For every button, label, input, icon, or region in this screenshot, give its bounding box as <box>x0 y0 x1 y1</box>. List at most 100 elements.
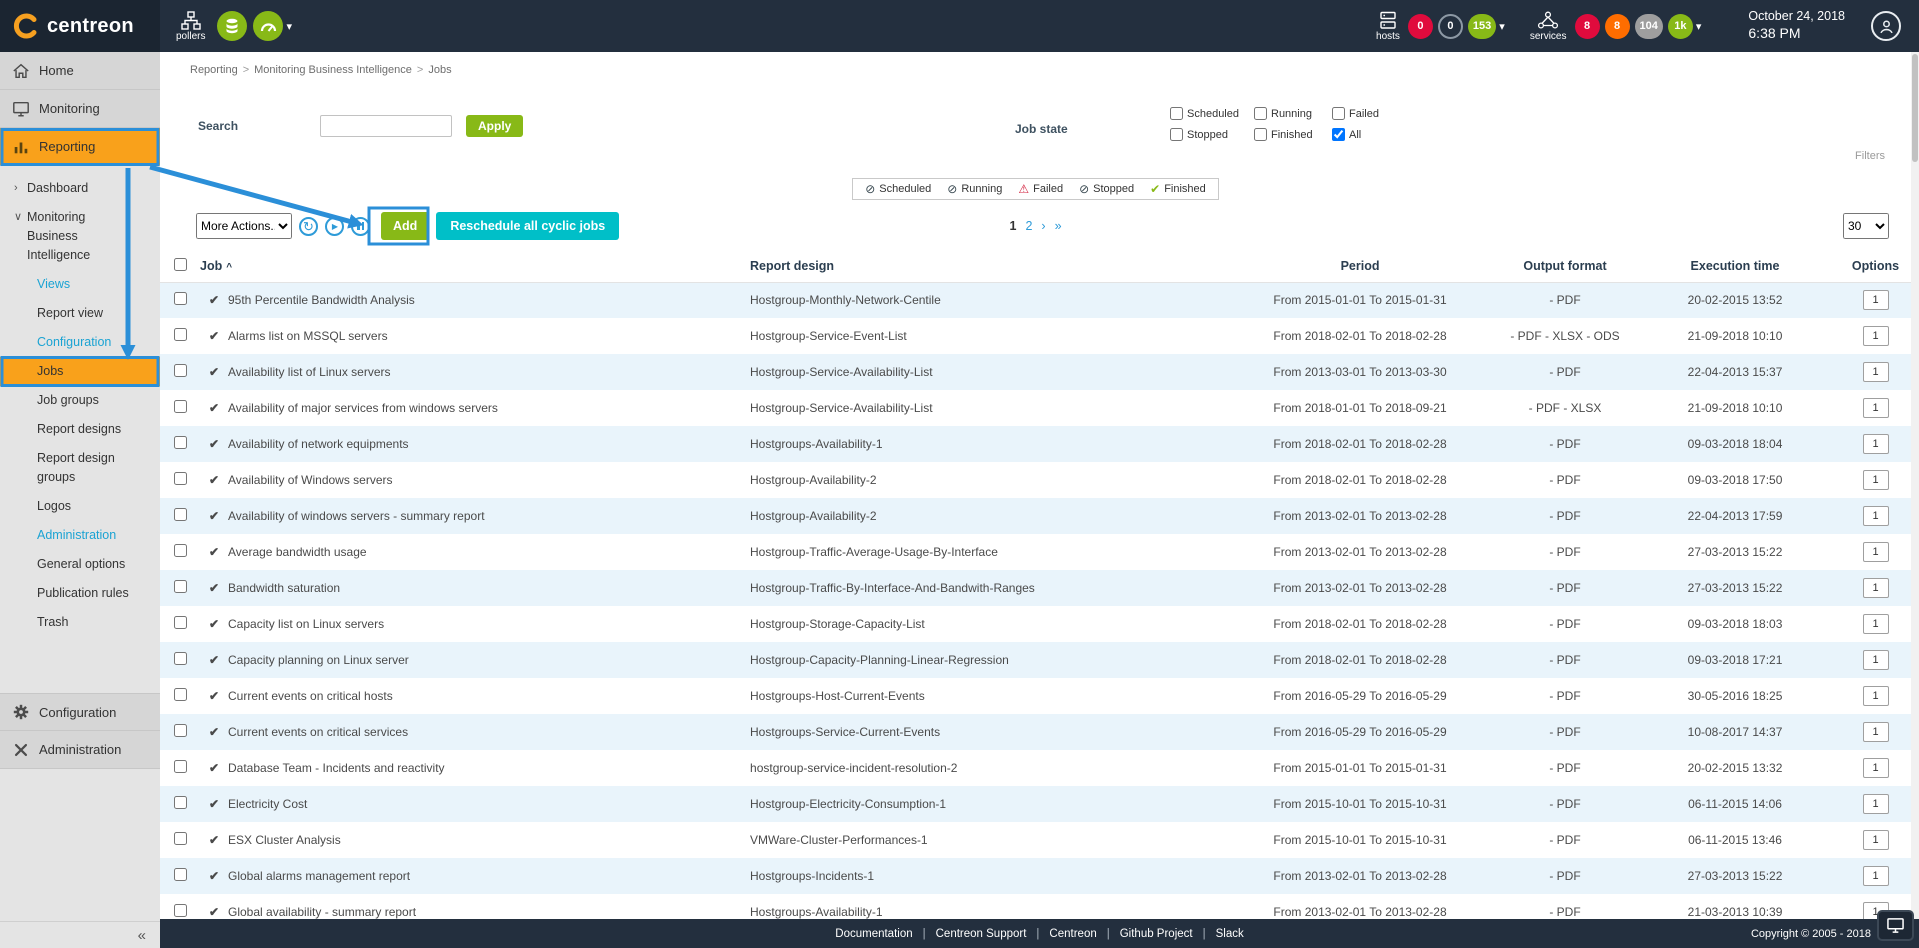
more-actions-select[interactable]: More Actions... <box>196 213 292 239</box>
column-header-period[interactable]: Period <box>1220 250 1500 282</box>
row-checkbox[interactable] <box>174 760 187 773</box>
duplicate-count-input[interactable]: 1 <box>1863 758 1889 778</box>
column-header-design[interactable]: Report design <box>750 250 1220 282</box>
refresh-icon[interactable]: ↻ <box>299 217 318 236</box>
status-badge[interactable]: 104 <box>1635 14 1663 39</box>
sidebar-subitem[interactable]: Report view <box>0 299 160 328</box>
apply-button[interactable]: Apply <box>466 115 523 137</box>
duplicate-count-input[interactable]: 1 <box>1863 470 1889 490</box>
status-badge[interactable]: 0 <box>1408 14 1433 39</box>
chevron-down-icon[interactable]: ▾ <box>283 20 295 33</box>
job-name[interactable]: Global alarms management report <box>228 858 750 894</box>
row-checkbox[interactable] <box>174 400 187 413</box>
sidebar-subitem[interactable]: Views <box>0 270 160 299</box>
sidebar-subitem[interactable]: Publication rules <box>0 579 160 608</box>
job-state-option[interactable]: Failed <box>1332 107 1402 120</box>
sidebar-subitem[interactable]: Jobs <box>0 357 160 386</box>
user-menu-button[interactable] <box>1871 11 1901 41</box>
vertical-scrollbar[interactable] <box>1911 52 1919 948</box>
job-name[interactable]: Availability of network equipments <box>228 426 750 462</box>
status-badge[interactable]: 0 <box>1438 14 1463 39</box>
row-checkbox[interactable] <box>174 328 187 341</box>
job-name[interactable]: ESX Cluster Analysis <box>228 822 750 858</box>
duplicate-count-input[interactable]: 1 <box>1863 398 1889 418</box>
duplicate-count-input[interactable]: 1 <box>1863 722 1889 742</box>
pollers-status[interactable]: pollers <box>176 11 205 42</box>
row-checkbox[interactable] <box>174 292 187 305</box>
database-status-button[interactable] <box>217 11 247 41</box>
gauge-status-button[interactable] <box>253 11 283 41</box>
duplicate-count-input[interactable]: 1 <box>1863 578 1889 598</box>
row-checkbox[interactable] <box>174 580 187 593</box>
job-state-checkbox[interactable] <box>1332 128 1345 141</box>
job-state-option[interactable]: Stopped <box>1170 128 1254 141</box>
job-name[interactable]: 95th Percentile Bandwidth Analysis <box>228 282 750 318</box>
pause-icon[interactable] <box>351 217 370 236</box>
job-name[interactable]: Bandwidth saturation <box>228 570 750 606</box>
row-checkbox[interactable] <box>174 616 187 629</box>
clap-screenshot-button[interactable] <box>1877 910 1914 941</box>
sidebar-subitem[interactable]: Report design groups <box>0 444 160 492</box>
footer-link[interactable]: Slack <box>1216 928 1244 940</box>
footer-link[interactable]: Documentation <box>835 928 912 940</box>
row-checkbox[interactable] <box>174 472 187 485</box>
job-name[interactable]: Availability of windows servers - summar… <box>228 498 750 534</box>
select-all-checkbox[interactable] <box>174 258 187 271</box>
breadcrumb-link[interactable]: Jobs <box>428 64 451 76</box>
duplicate-count-input[interactable]: 1 <box>1863 830 1889 850</box>
add-button[interactable]: Add <box>381 212 429 240</box>
duplicate-count-input[interactable]: 1 <box>1863 686 1889 706</box>
sidebar-subitem[interactable]: General options <box>0 550 160 579</box>
sidebar-subitem[interactable]: Administration <box>0 521 160 550</box>
sidebar-subitem[interactable]: ∨ Monitoring Business Intelligence <box>0 203 160 270</box>
job-state-checkbox[interactable] <box>1332 107 1345 120</box>
job-state-option[interactable]: Finished <box>1254 128 1332 141</box>
duplicate-count-input[interactable]: 1 <box>1863 650 1889 670</box>
job-name[interactable]: Alarms list on MSSQL servers <box>228 318 750 354</box>
sidebar-collapse-button[interactable]: « <box>0 921 160 948</box>
play-icon[interactable]: ▶ <box>325 217 344 236</box>
page-size-select[interactable]: 30 <box>1843 213 1889 239</box>
footer-link[interactable]: Centreon <box>1049 928 1096 940</box>
job-name[interactable]: Current events on critical services <box>228 714 750 750</box>
sidebar-subitem[interactable]: Configuration <box>0 328 160 357</box>
duplicate-count-input[interactable]: 1 <box>1863 794 1889 814</box>
sidebar-subitem[interactable]: Logos <box>0 492 160 521</box>
page-link[interactable]: 2 <box>1025 219 1032 233</box>
row-checkbox[interactable] <box>174 796 187 809</box>
search-input[interactable] <box>320 115 452 137</box>
job-name[interactable]: Database Team - Incidents and reactivity <box>228 750 750 786</box>
sidebar-subitem[interactable]: Job groups <box>0 386 160 415</box>
scrollbar-thumb[interactable] <box>1912 54 1918 162</box>
sidebar-item-home[interactable]: Home <box>0 52 160 90</box>
sidebar-item-configuration[interactable]: Configuration <box>0 693 160 731</box>
breadcrumb-link[interactable]: Monitoring Business Intelligence <box>254 64 412 76</box>
footer-link[interactable]: Github Project <box>1120 928 1193 940</box>
page-link[interactable]: » <box>1055 219 1062 233</box>
page-link[interactable]: › <box>1041 219 1045 233</box>
duplicate-count-input[interactable]: 1 <box>1863 542 1889 562</box>
duplicate-count-input[interactable]: 1 <box>1863 434 1889 454</box>
duplicate-count-input[interactable]: 1 <box>1863 614 1889 634</box>
breadcrumb-link[interactable]: Reporting <box>190 64 238 76</box>
chevron-down-icon[interactable]: ▾ <box>1693 20 1705 33</box>
column-header-job[interactable]: Job^ <box>200 250 750 282</box>
hosts-status[interactable]: hosts <box>1376 11 1400 42</box>
duplicate-count-input[interactable]: 1 <box>1863 326 1889 346</box>
status-badge[interactable]: 1k <box>1668 14 1693 39</box>
row-checkbox[interactable] <box>174 868 187 881</box>
sidebar-item-administration[interactable]: Administration <box>0 731 160 769</box>
footer-link[interactable]: Centreon Support <box>936 928 1027 940</box>
job-state-checkbox[interactable] <box>1170 107 1183 120</box>
job-state-checkbox[interactable] <box>1170 128 1183 141</box>
services-status[interactable]: services <box>1530 11 1567 42</box>
row-checkbox[interactable] <box>174 688 187 701</box>
status-badge[interactable]: 8 <box>1575 14 1600 39</box>
row-checkbox[interactable] <box>174 364 187 377</box>
column-header-format[interactable]: Output format <box>1500 250 1630 282</box>
status-badge[interactable]: 153 <box>1468 14 1496 39</box>
job-name[interactable]: Current events on critical hosts <box>228 678 750 714</box>
sidebar-subitem[interactable]: Trash <box>0 608 160 637</box>
duplicate-count-input[interactable]: 1 <box>1863 362 1889 382</box>
duplicate-count-input[interactable]: 1 <box>1863 506 1889 526</box>
